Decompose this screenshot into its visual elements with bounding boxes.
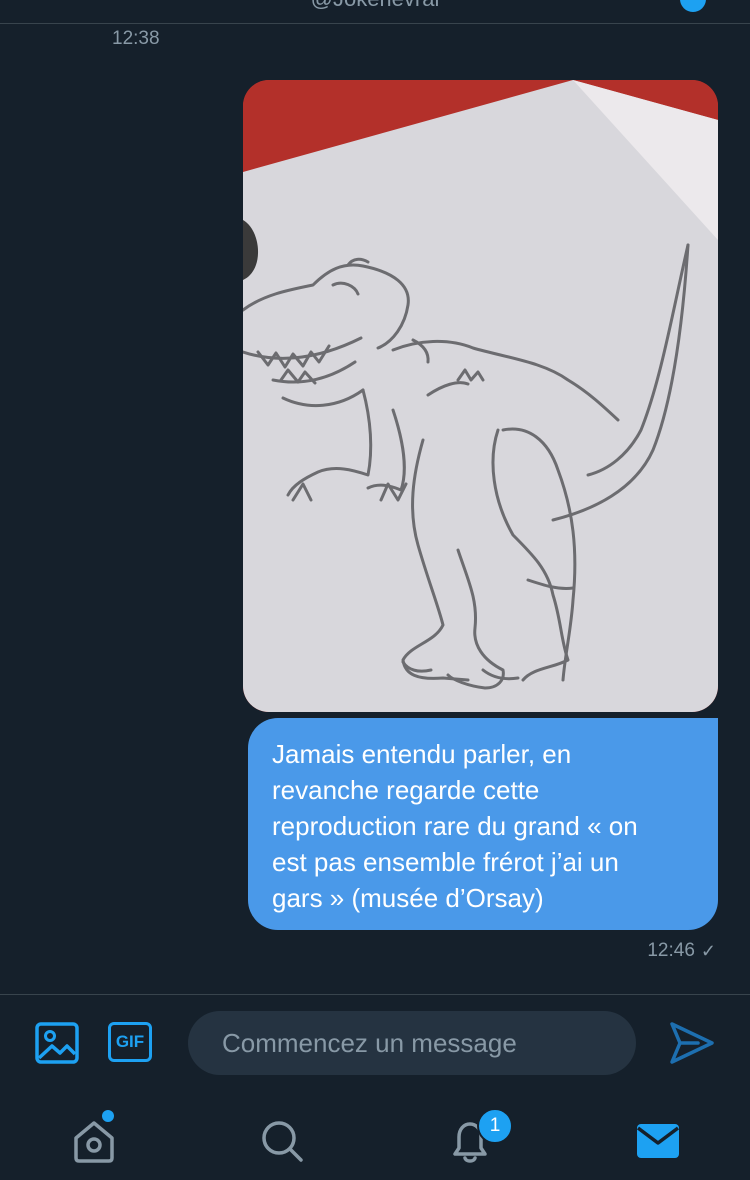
message-line: gars » (musée d’Orsay) <box>272 883 544 913</box>
conversation-handle[interactable]: @Jokerlevrai <box>0 0 750 12</box>
message-timestamp-top: 12:38 <box>112 28 160 49</box>
message-line: est pas ensemble frérot j’ai un <box>272 847 619 877</box>
message-line: revanche regarde cette <box>272 775 540 805</box>
message-line: Jamais entendu parler, en <box>272 739 572 769</box>
image-message[interactable] <box>243 80 718 712</box>
notification-count-badge: 1 <box>477 1108 513 1144</box>
home-icon[interactable] <box>64 1110 124 1170</box>
check-icon: ✓ <box>700 940 716 961</box>
message-line: reproduction rare du grand « on <box>272 811 638 841</box>
home-unread-dot <box>102 1110 114 1122</box>
text-message-bubble[interactable]: Jamais entendu parler, en revanche regar… <box>248 718 718 930</box>
message-input[interactable] <box>188 1011 636 1075</box>
gif-icon[interactable]: GIF <box>108 1022 152 1062</box>
search-icon[interactable] <box>251 1110 311 1170</box>
message-status: 12:46 ✓ <box>647 940 716 962</box>
messages-icon[interactable] <box>628 1110 688 1170</box>
compose-divider <box>0 994 750 995</box>
header-divider <box>0 23 750 24</box>
message-timestamp: 12:46 <box>647 940 695 961</box>
trex-drawing-photo <box>243 80 718 712</box>
send-icon[interactable] <box>668 1020 716 1066</box>
media-icon[interactable] <box>35 1022 79 1064</box>
